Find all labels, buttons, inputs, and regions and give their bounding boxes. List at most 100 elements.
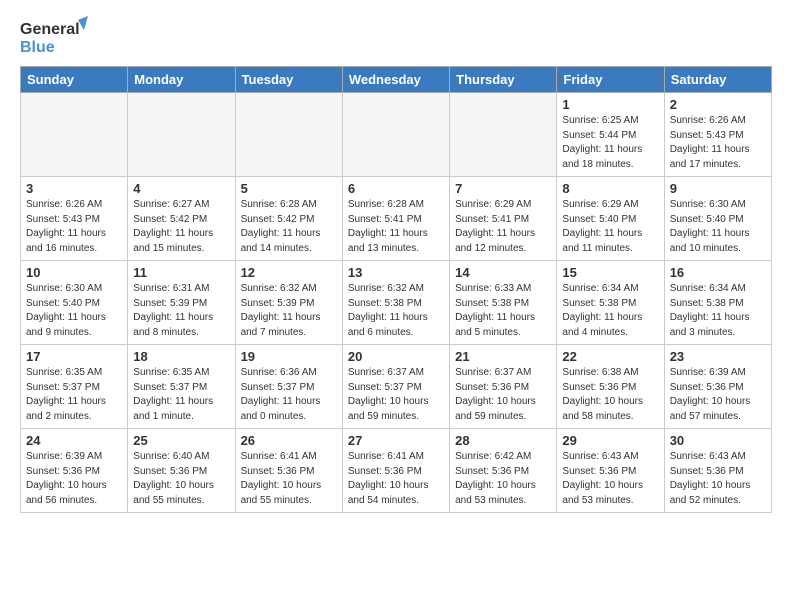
day-info: Sunrise: 6:39 AMSunset: 5:36 PMDaylight:… bbox=[26, 450, 122, 508]
day-info: Sunrise: 6:30 AMSunset: 5:40 PMDaylight:… bbox=[670, 198, 766, 256]
day-number: 2 bbox=[670, 97, 766, 112]
day-info: Sunrise: 6:41 AMSunset: 5:36 PMDaylight:… bbox=[241, 450, 337, 508]
svg-text:Blue: Blue bbox=[20, 39, 55, 56]
calendar-cell: 17 Sunrise: 6:35 AMSunset: 5:37 PMDayligh… bbox=[21, 345, 128, 429]
weekday-header-sunday: Sunday bbox=[21, 67, 128, 93]
day-info: Sunrise: 6:34 AMSunset: 5:38 PMDaylight:… bbox=[670, 282, 766, 340]
svg-text:General: General bbox=[20, 21, 80, 38]
week-row-1: 1 Sunrise: 6:25 AMSunset: 5:44 PMDaylight… bbox=[21, 93, 772, 177]
weekday-header-saturday: Saturday bbox=[664, 67, 771, 93]
weekday-header-wednesday: Wednesday bbox=[342, 67, 449, 93]
day-number: 18 bbox=[133, 349, 229, 364]
day-number: 3 bbox=[26, 181, 122, 196]
calendar-cell: 12 Sunrise: 6:32 AMSunset: 5:39 PMDayligh… bbox=[235, 261, 342, 345]
day-info: Sunrise: 6:38 AMSunset: 5:36 PMDaylight:… bbox=[562, 366, 658, 424]
day-number: 6 bbox=[348, 181, 444, 196]
weekday-header-tuesday: Tuesday bbox=[235, 67, 342, 93]
day-number: 27 bbox=[348, 433, 444, 448]
day-number: 10 bbox=[26, 265, 122, 280]
calendar-cell: 18 Sunrise: 6:35 AMSunset: 5:37 PMDayligh… bbox=[128, 345, 235, 429]
day-info: Sunrise: 6:32 AMSunset: 5:39 PMDaylight:… bbox=[241, 282, 337, 340]
calendar-cell: 1 Sunrise: 6:25 AMSunset: 5:44 PMDaylight… bbox=[557, 93, 664, 177]
calendar-cell: 15 Sunrise: 6:34 AMSunset: 5:38 PMDayligh… bbox=[557, 261, 664, 345]
day-info: Sunrise: 6:43 AMSunset: 5:36 PMDaylight:… bbox=[562, 450, 658, 508]
calendar-cell: 4 Sunrise: 6:27 AMSunset: 5:42 PMDaylight… bbox=[128, 177, 235, 261]
weekday-header-monday: Monday bbox=[128, 67, 235, 93]
day-number: 15 bbox=[562, 265, 658, 280]
page: GeneralBlue SundayMondayTuesdayWednesday… bbox=[0, 0, 792, 529]
day-number: 17 bbox=[26, 349, 122, 364]
day-info: Sunrise: 6:35 AMSunset: 5:37 PMDaylight:… bbox=[26, 366, 122, 424]
calendar-cell: 5Sunrise: 6:28 AMSunset: 5:42 PMDaylight… bbox=[235, 177, 342, 261]
day-info: Sunrise: 6:36 AMSunset: 5:37 PMDaylight:… bbox=[241, 366, 337, 424]
day-number: 21 bbox=[455, 349, 551, 364]
day-number: 26 bbox=[241, 433, 337, 448]
day-info: Sunrise: 6:40 AMSunset: 5:36 PMDaylight:… bbox=[133, 450, 229, 508]
header: GeneralBlue bbox=[20, 16, 772, 58]
calendar-cell: 23 Sunrise: 6:39 AMSunset: 5:36 PMDayligh… bbox=[664, 345, 771, 429]
day-info: Sunrise: 6:37 AMSunset: 5:36 PMDaylight:… bbox=[455, 366, 551, 424]
calendar-cell: 26 Sunrise: 6:41 AMSunset: 5:36 PMDayligh… bbox=[235, 429, 342, 513]
day-info: Sunrise: 6:43 AMSunset: 5:36 PMDaylight:… bbox=[670, 450, 766, 508]
calendar-cell: 13 Sunrise: 6:32 AMSunset: 5:38 PMDayligh… bbox=[342, 261, 449, 345]
week-row-2: 3 Sunrise: 6:26 AMSunset: 5:43 PMDaylight… bbox=[21, 177, 772, 261]
day-info: Sunrise: 6:37 AMSunset: 5:37 PMDaylight:… bbox=[348, 366, 444, 424]
day-number: 13 bbox=[348, 265, 444, 280]
day-info: Sunrise: 6:25 AMSunset: 5:44 PMDaylight:… bbox=[562, 114, 658, 172]
day-info: Sunrise: 6:29 AMSunset: 5:40 PMDaylight:… bbox=[562, 198, 658, 256]
day-number: 30 bbox=[670, 433, 766, 448]
day-info: Sunrise: 6:35 AMSunset: 5:37 PMDaylight:… bbox=[133, 366, 229, 424]
calendar-cell: 27 Sunrise: 6:41 AMSunset: 5:36 PMDayligh… bbox=[342, 429, 449, 513]
day-number: 9 bbox=[670, 181, 766, 196]
day-info: Sunrise: 6:29 AMSunset: 5:41 PMDaylight:… bbox=[455, 198, 551, 256]
day-number: 24 bbox=[26, 433, 122, 448]
day-number: 16 bbox=[670, 265, 766, 280]
day-info: Sunrise: 6:31 AMSunset: 5:39 PMDaylight:… bbox=[133, 282, 229, 340]
calendar-cell: 22 Sunrise: 6:38 AMSunset: 5:36 PMDayligh… bbox=[557, 345, 664, 429]
calendar-cell: 6Sunrise: 6:28 AMSunset: 5:41 PMDaylight… bbox=[342, 177, 449, 261]
day-number: 12 bbox=[241, 265, 337, 280]
day-info: Sunrise: 6:26 AMSunset: 5:43 PMDaylight:… bbox=[670, 114, 766, 172]
logo: GeneralBlue bbox=[20, 16, 90, 58]
calendar-cell bbox=[21, 93, 128, 177]
day-info: Sunrise: 6:41 AMSunset: 5:36 PMDaylight:… bbox=[348, 450, 444, 508]
calendar-cell: 20 Sunrise: 6:37 AMSunset: 5:37 PMDayligh… bbox=[342, 345, 449, 429]
day-number: 20 bbox=[348, 349, 444, 364]
calendar-cell bbox=[128, 93, 235, 177]
calendar-cell: 28 Sunrise: 6:42 AMSunset: 5:36 PMDayligh… bbox=[450, 429, 557, 513]
day-number: 4 bbox=[133, 181, 229, 196]
day-info: Sunrise: 6:28 AMSunset: 5:42 PMDaylight:… bbox=[241, 198, 337, 256]
calendar-cell: 11 Sunrise: 6:31 AMSunset: 5:39 PMDayligh… bbox=[128, 261, 235, 345]
calendar-cell bbox=[235, 93, 342, 177]
day-number: 1 bbox=[562, 97, 658, 112]
day-number: 14 bbox=[455, 265, 551, 280]
day-number: 23 bbox=[670, 349, 766, 364]
weekday-header-thursday: Thursday bbox=[450, 67, 557, 93]
day-number: 28 bbox=[455, 433, 551, 448]
day-number: 25 bbox=[133, 433, 229, 448]
day-info: Sunrise: 6:33 AMSunset: 5:38 PMDaylight:… bbox=[455, 282, 551, 340]
day-number: 19 bbox=[241, 349, 337, 364]
calendar-cell: 7 Sunrise: 6:29 AMSunset: 5:41 PMDaylight… bbox=[450, 177, 557, 261]
calendar-cell: 10Sunrise: 6:30 AMSunset: 5:40 PMDayligh… bbox=[21, 261, 128, 345]
day-info: Sunrise: 6:34 AMSunset: 5:38 PMDaylight:… bbox=[562, 282, 658, 340]
day-info: Sunrise: 6:27 AMSunset: 5:42 PMDaylight:… bbox=[133, 198, 229, 256]
logo-icon: GeneralBlue bbox=[20, 16, 90, 58]
day-number: 7 bbox=[455, 181, 551, 196]
day-number: 22 bbox=[562, 349, 658, 364]
calendar-cell: 29 Sunrise: 6:43 AMSunset: 5:36 PMDayligh… bbox=[557, 429, 664, 513]
day-info: Sunrise: 6:32 AMSunset: 5:38 PMDaylight:… bbox=[348, 282, 444, 340]
day-number: 11 bbox=[133, 265, 229, 280]
day-info: Sunrise: 6:26 AMSunset: 5:43 PMDaylight:… bbox=[26, 198, 122, 256]
day-number: 29 bbox=[562, 433, 658, 448]
calendar-cell: 8Sunrise: 6:29 AMSunset: 5:40 PMDaylight… bbox=[557, 177, 664, 261]
calendar-cell: 16 Sunrise: 6:34 AMSunset: 5:38 PMDayligh… bbox=[664, 261, 771, 345]
weekday-header-friday: Friday bbox=[557, 67, 664, 93]
calendar-cell: 14 Sunrise: 6:33 AMSunset: 5:38 PMDayligh… bbox=[450, 261, 557, 345]
day-info: Sunrise: 6:42 AMSunset: 5:36 PMDaylight:… bbox=[455, 450, 551, 508]
calendar-cell: 9 Sunrise: 6:30 AMSunset: 5:40 PMDaylight… bbox=[664, 177, 771, 261]
week-row-3: 10Sunrise: 6:30 AMSunset: 5:40 PMDayligh… bbox=[21, 261, 772, 345]
calendar-cell: 21 Sunrise: 6:37 AMSunset: 5:36 PMDayligh… bbox=[450, 345, 557, 429]
day-info: Sunrise: 6:39 AMSunset: 5:36 PMDaylight:… bbox=[670, 366, 766, 424]
calendar-table: SundayMondayTuesdayWednesdayThursdayFrid… bbox=[20, 66, 772, 513]
